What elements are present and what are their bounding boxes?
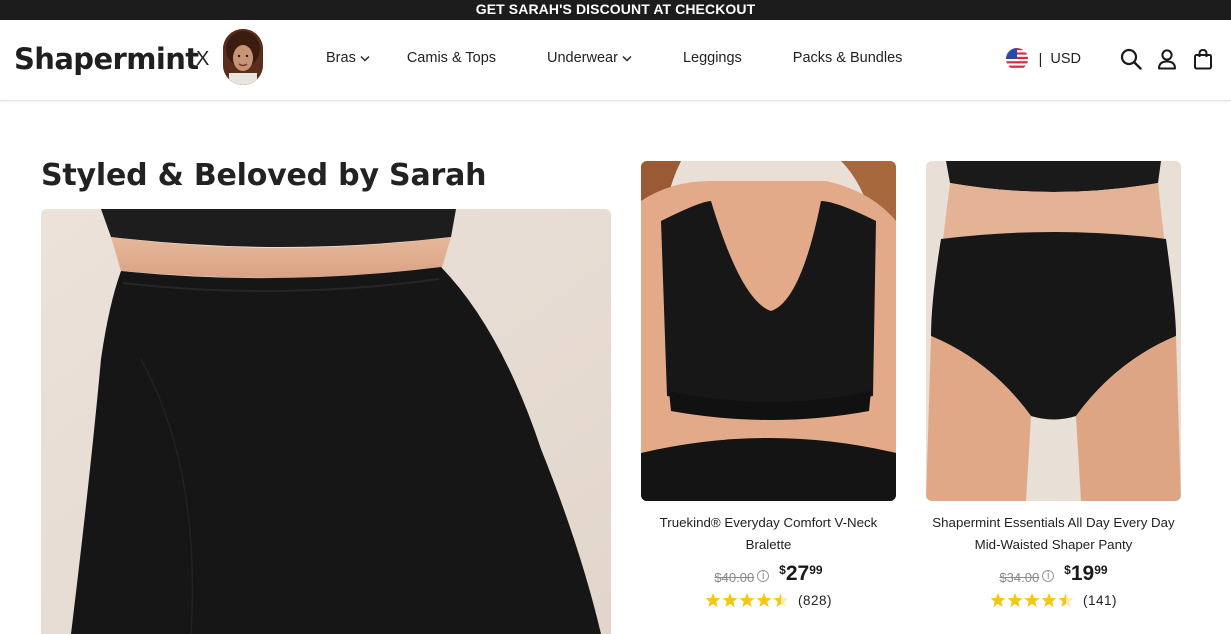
- shapermint-logo[interactable]: Shapermint: [14, 42, 199, 76]
- header-actions: | USD: [1006, 47, 1215, 71]
- account-icon[interactable]: [1155, 47, 1179, 71]
- nav-bras-label: Bras: [326, 50, 356, 66]
- promo-text: GET SARAH'S DISCOUNT AT CHECKOUT: [475, 1, 756, 17]
- info-icon[interactable]: i: [757, 570, 770, 582]
- currency-symbol: $: [779, 563, 786, 577]
- us-flag-icon[interactable]: [1006, 48, 1029, 70]
- search-icon[interactable]: [1119, 47, 1143, 71]
- review-count[interactable]: (828): [798, 593, 832, 608]
- currency-selector[interactable]: USD: [1050, 51, 1081, 67]
- nav-packs-bundles-label: Packs & Bundles: [792, 50, 903, 66]
- original-price: $40.00: [714, 570, 755, 585]
- collab-separator: X: [196, 48, 210, 70]
- product-card[interactable]: Shapermint Essentials All Day Every Day …: [926, 161, 1181, 608]
- price-whole: 19: [1070, 562, 1095, 585]
- rating-row[interactable]: (828): [641, 592, 896, 608]
- nav-leggings-label: Leggings: [682, 50, 742, 66]
- cart-icon[interactable]: [1191, 47, 1215, 71]
- star-rating: [990, 592, 1075, 608]
- product-image[interactable]: [926, 161, 1181, 501]
- review-count[interactable]: (141): [1083, 593, 1117, 608]
- star-icon: [705, 593, 789, 607]
- nav-leggings[interactable]: Leggings: [683, 50, 742, 66]
- price-cents: 99: [809, 563, 823, 577]
- nav-packs-bundles[interactable]: Packs & Bundles: [793, 50, 903, 66]
- rating-row[interactable]: (141): [926, 592, 1181, 608]
- star-icon: [990, 593, 1074, 607]
- product-name[interactable]: Truekind® Everyday Comfort V-Neck Bralet…: [641, 512, 896, 556]
- nav-camis-tops[interactable]: Camis & Tops: [407, 50, 496, 66]
- nav-bras[interactable]: Bras: [326, 50, 370, 66]
- site-header: Shapermint X Bras Camis & Tops Underwear…: [0, 20, 1231, 101]
- info-icon[interactable]: i: [1042, 570, 1055, 582]
- chevron-down-icon: [360, 55, 370, 61]
- section-heading: Styled & Beloved by Sarah: [41, 158, 487, 193]
- nav-underwear[interactable]: Underwear: [547, 50, 632, 66]
- product-name[interactable]: Shapermint Essentials All Day Every Day …: [926, 512, 1181, 556]
- currency-symbol: $: [1064, 563, 1071, 577]
- hero-product-image[interactable]: [41, 209, 611, 634]
- chevron-down-icon: [622, 55, 632, 61]
- main-nav: Bras Camis & Tops Underwear Leggings Pac…: [326, 50, 902, 66]
- product-card[interactable]: Truekind® Everyday Comfort V-Neck Bralet…: [641, 161, 896, 608]
- nav-underwear-label: Underwear: [547, 50, 618, 66]
- promo-banner[interactable]: GET SARAH'S DISCOUNT AT CHECKOUT: [0, 0, 1231, 20]
- sarah-avatar: [223, 29, 263, 85]
- price-cents: 99: [1094, 563, 1108, 577]
- product-image[interactable]: [641, 161, 896, 501]
- nav-camis-tops-label: Camis & Tops: [406, 50, 497, 66]
- star-rating: [705, 592, 790, 608]
- price-row: $34.00 i $ 19 99: [926, 562, 1181, 590]
- price-whole: 27: [785, 562, 810, 585]
- original-price: $34.00: [999, 570, 1040, 585]
- price-row: $40.00 i $ 27 99: [641, 562, 896, 590]
- currency-divider: |: [1038, 50, 1043, 68]
